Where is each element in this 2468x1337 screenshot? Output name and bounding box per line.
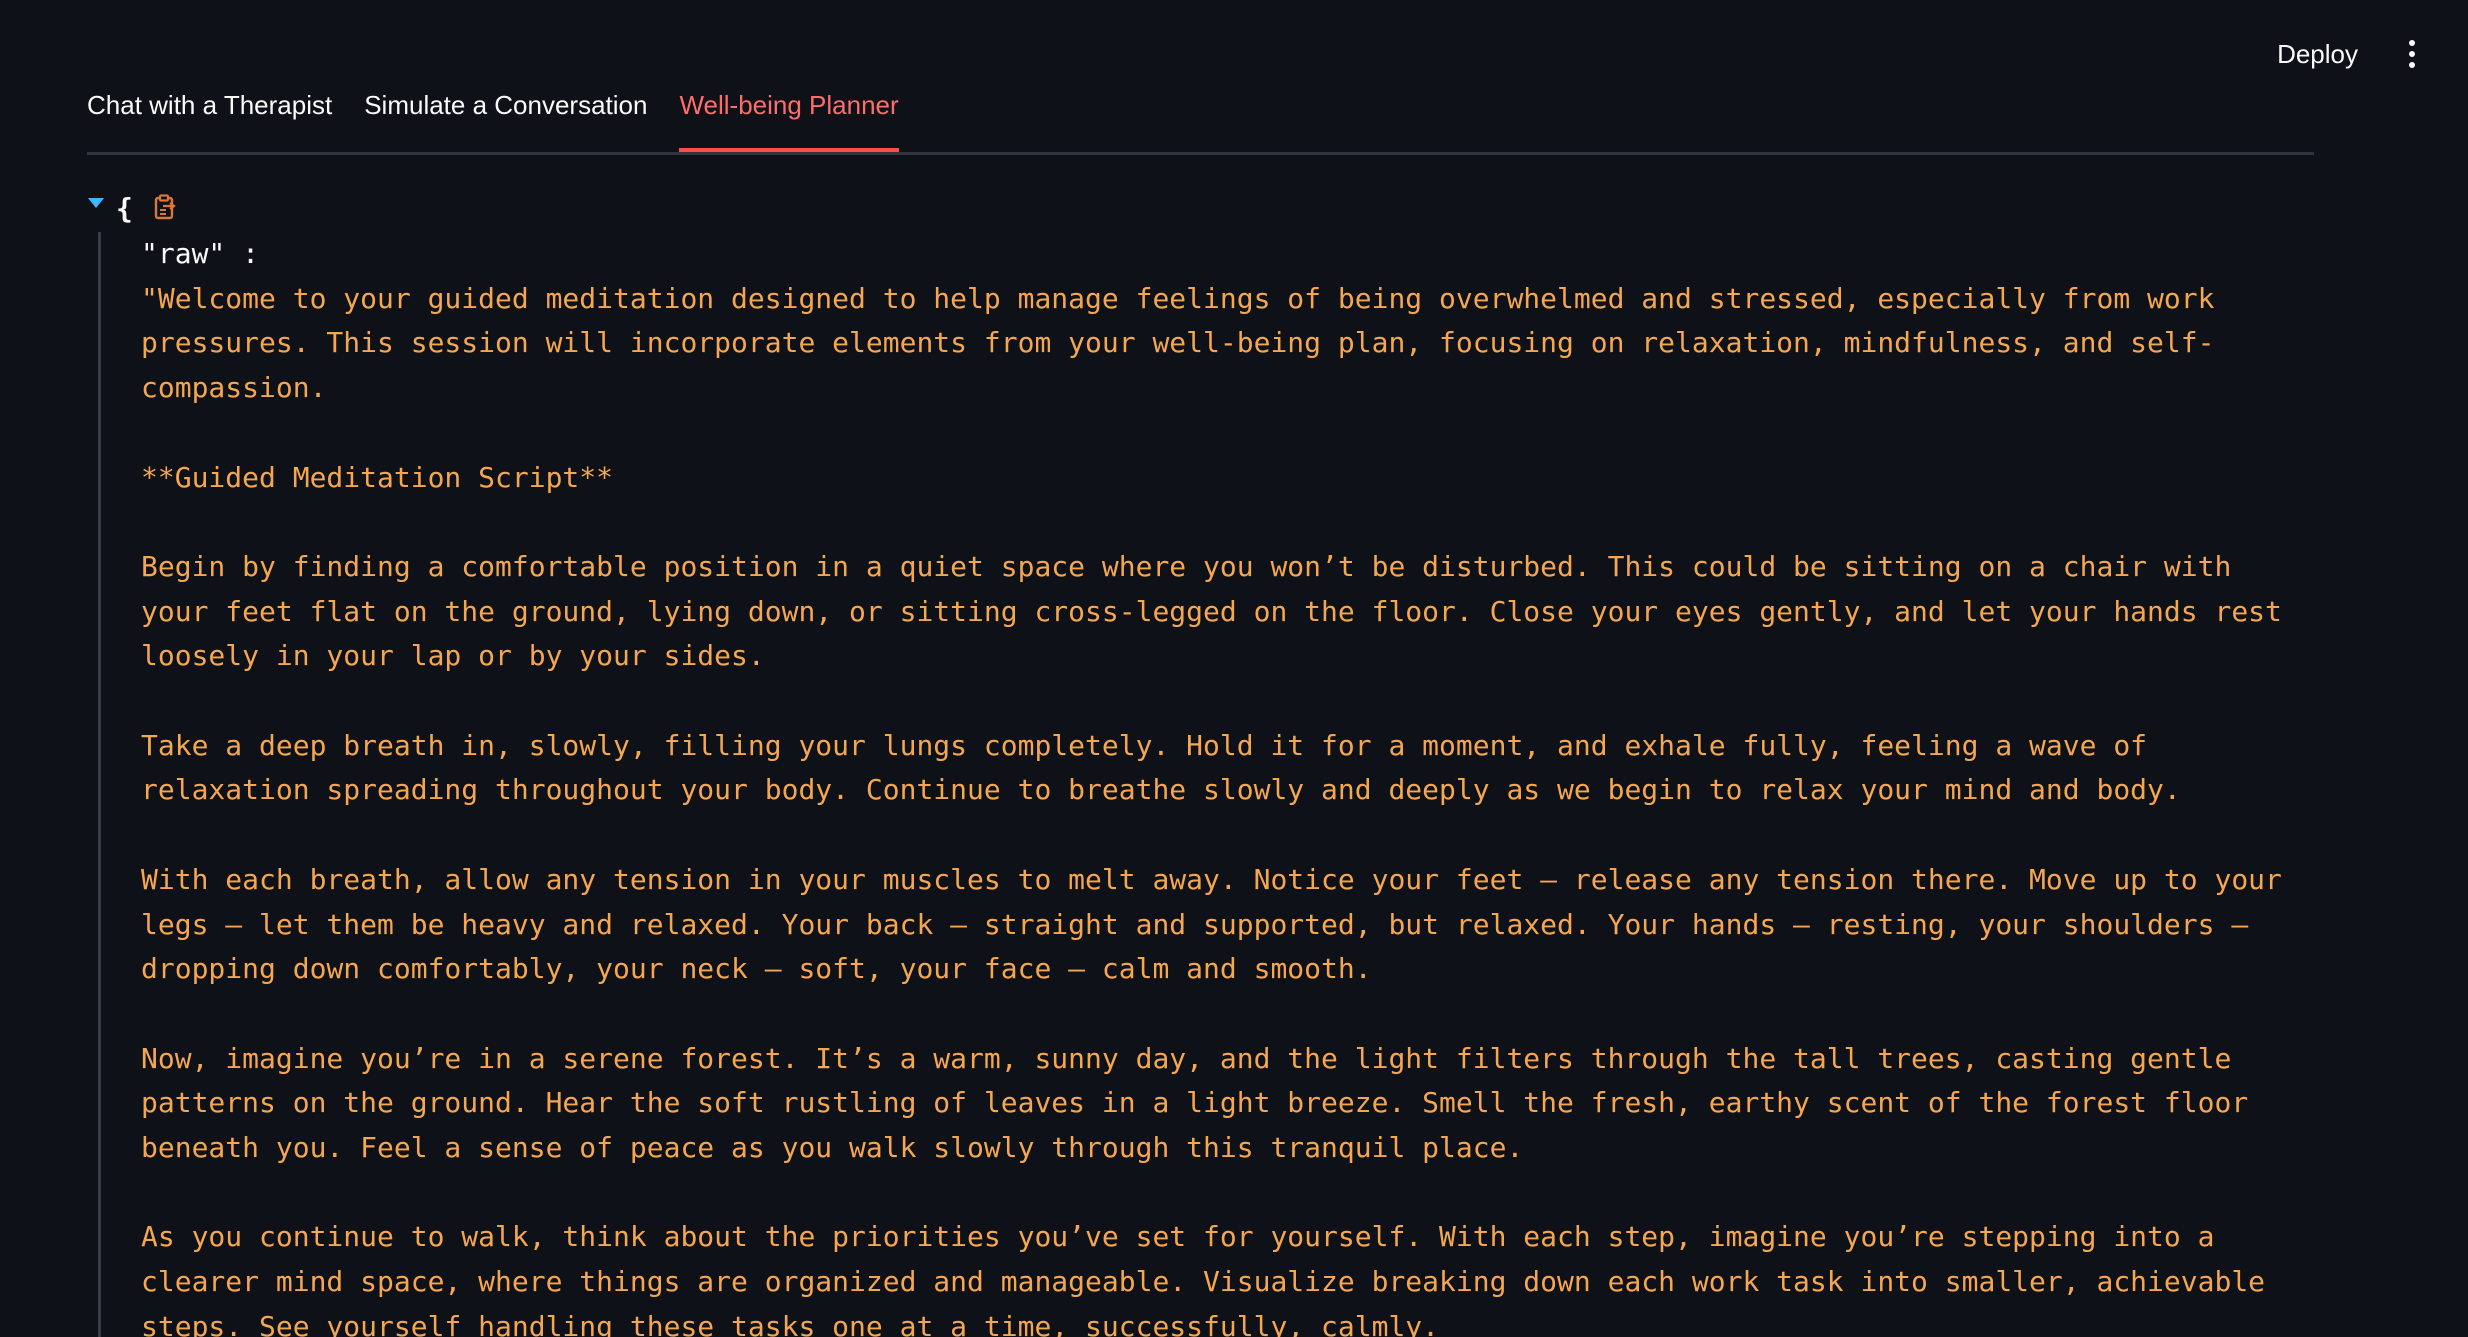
value-line: beneath you. Feel a sense of peace as yo… [141, 1131, 1524, 1165]
value-line: With each breath, allow any tension in y… [141, 862, 2282, 896]
json-header: { [88, 188, 2468, 228]
value-line: loosely in your lap or by your sides. [141, 639, 765, 673]
json-string-value: "Welcome to your guided meditation desig… [141, 277, 2371, 1337]
value-line: dropping down comfortably, your neck – s… [141, 952, 1372, 986]
tab-label: Well-being Planner [679, 89, 899, 120]
value-line: patterns on the ground. Hear the soft ru… [141, 1086, 2249, 1120]
tab-well-being-planner[interactable]: Well-being Planner [679, 86, 899, 152]
value-line: "Welcome to your guided meditation desig… [141, 281, 2215, 315]
value-line: steps. See yourself handling these tasks… [141, 1309, 1440, 1337]
collapse-caret-icon[interactable] [88, 198, 104, 208]
menu-dot [2409, 62, 2415, 68]
value-line: As you continue to walk, think about the… [141, 1220, 2215, 1254]
clipboard-copy-icon[interactable] [151, 194, 177, 222]
value-line: Take a deep breath in, slowly, filling y… [141, 728, 2148, 762]
json-object-body: "raw" : "Welcome to your guided meditati… [98, 232, 2468, 1337]
json-open-brace: { [116, 191, 133, 225]
tab-label: Simulate a Conversation [364, 89, 648, 120]
value-line: Begin by finding a comfortable position … [141, 549, 2232, 583]
json-key-raw: "raw" : [141, 237, 260, 270]
value-line: your feet flat on the ground, lying down… [141, 594, 2282, 628]
value-line: pressures. This session will incorporate… [141, 326, 2215, 360]
value-line: **Guided Meditation Script** [141, 460, 614, 494]
value-line: legs – let them be heavy and relaxed. Yo… [141, 907, 2249, 941]
tab-simulate-conversation[interactable]: Simulate a Conversation [364, 86, 647, 149]
menu-dot [2409, 40, 2415, 46]
tab-label: Chat with a Therapist [87, 89, 333, 120]
tab-chat-with-therapist[interactable]: Chat with a Therapist [87, 86, 332, 149]
value-line: relaxation spreading throughout your bod… [141, 773, 2181, 807]
value-line: compassion. [141, 371, 327, 405]
value-line: clearer mind space, where things are org… [141, 1265, 2266, 1299]
kebab-menu-icon[interactable] [2400, 34, 2424, 74]
deploy-button[interactable]: Deploy [2259, 30, 2376, 78]
app-root: Deploy Chat with a Therapist Simulate a … [0, 0, 2468, 1337]
tab-bar: Chat with a Therapist Simulate a Convers… [87, 86, 2314, 155]
menu-dot [2409, 51, 2415, 57]
json-viewer: { "raw" : "Welcome to your guided medita… [88, 188, 2468, 1337]
value-line: Now, imagine you’re in a serene forest. … [141, 1041, 2232, 1075]
